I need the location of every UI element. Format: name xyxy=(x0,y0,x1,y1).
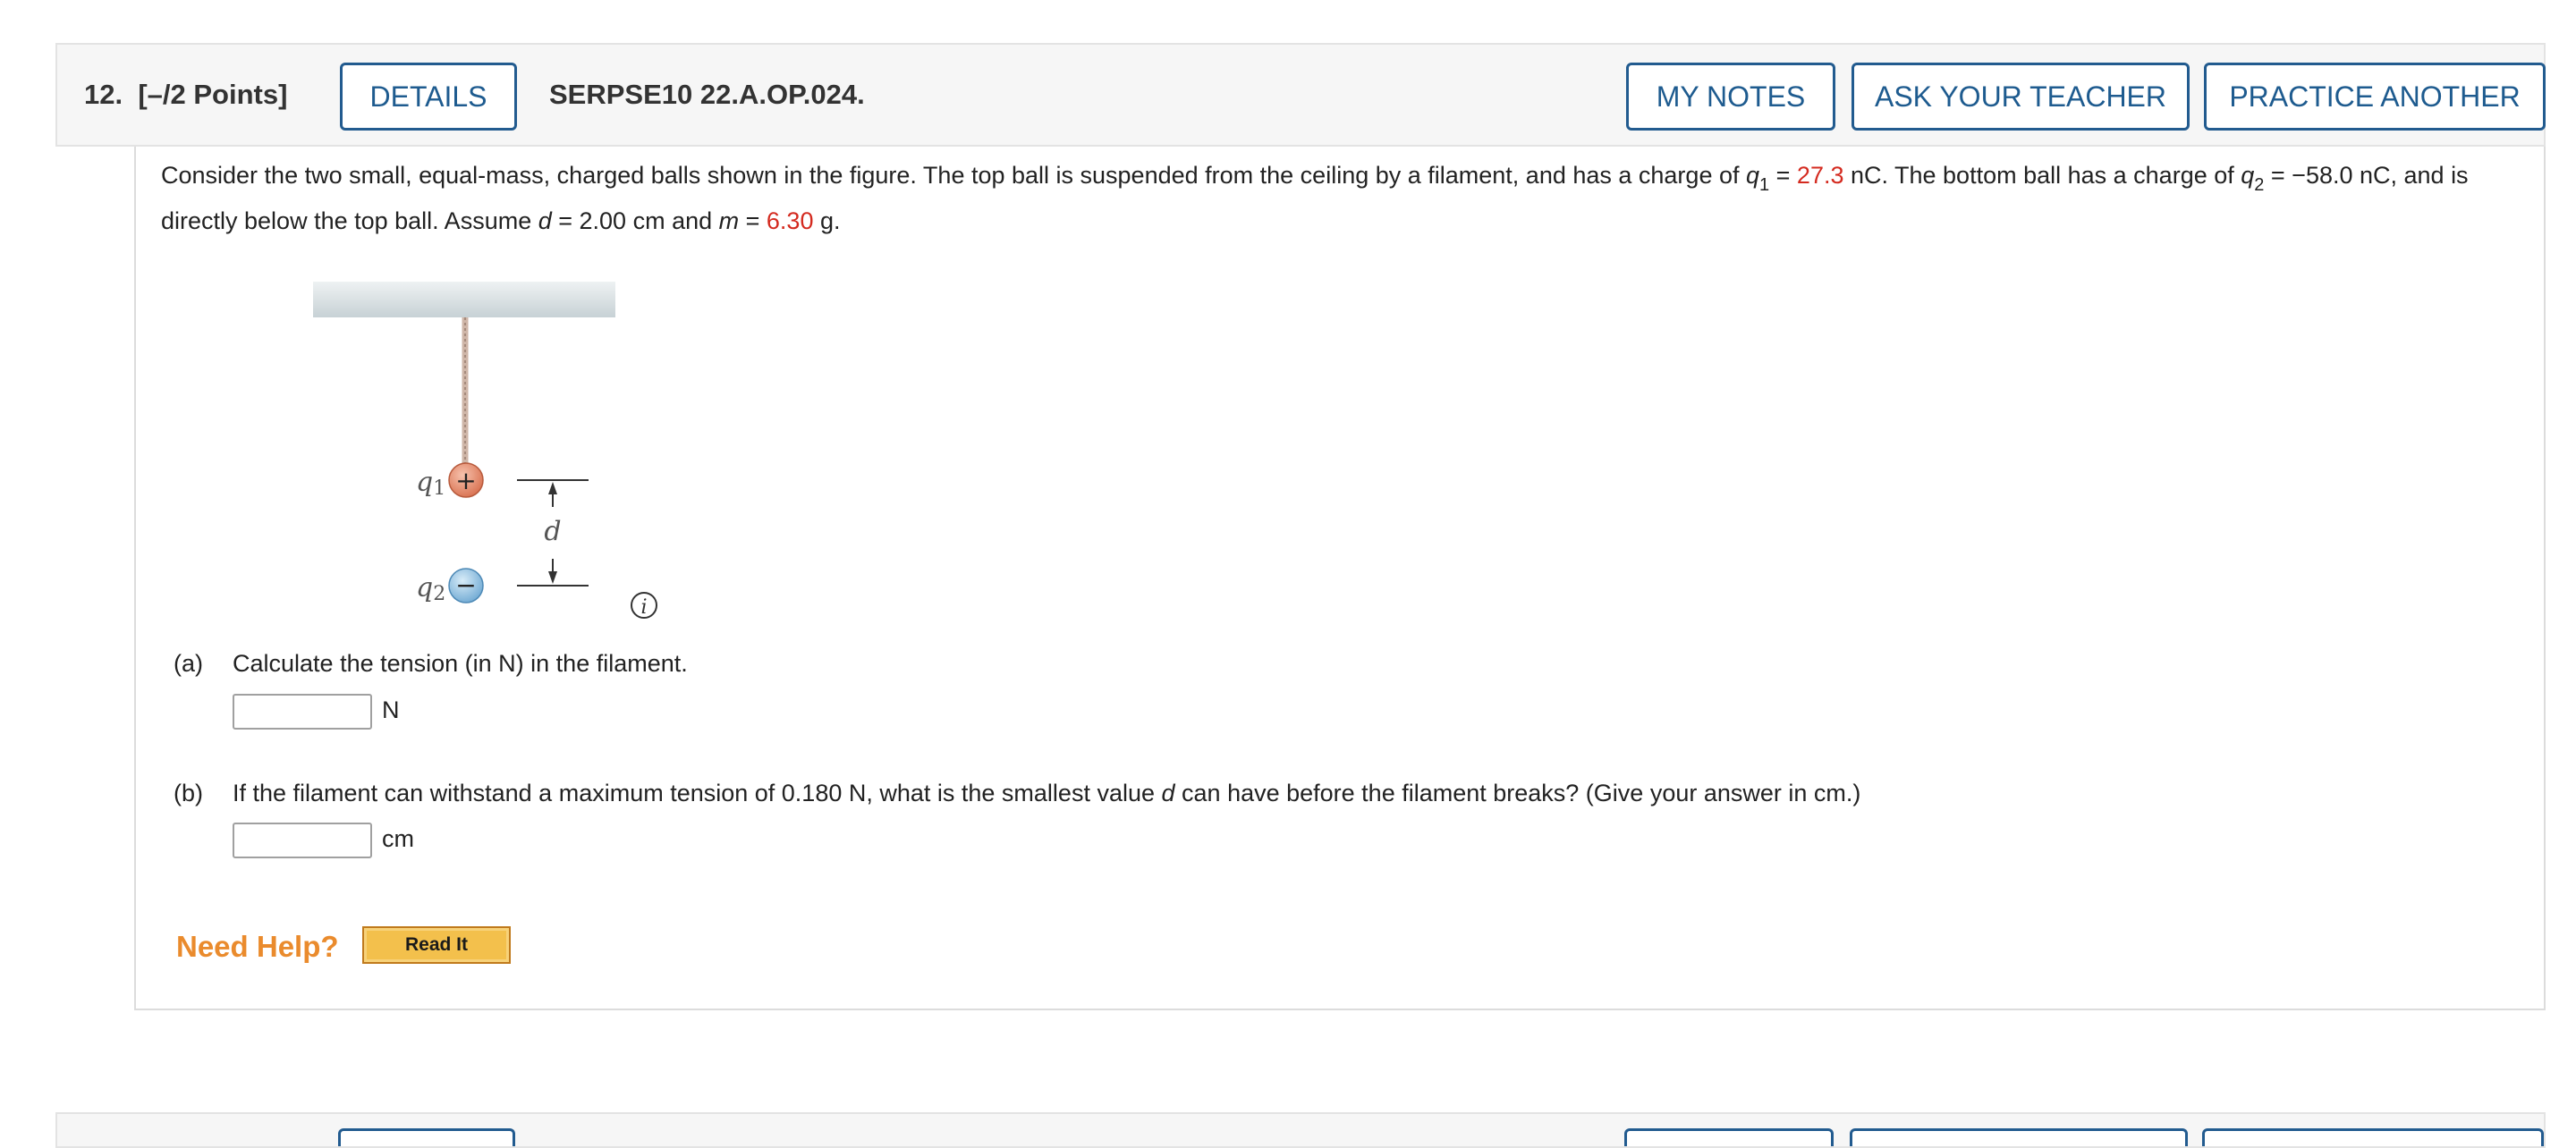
part-b-question: If the filament can withstand a maximum … xyxy=(233,780,1860,807)
d-label: d xyxy=(544,516,561,547)
question-index: 12. xyxy=(84,79,123,110)
q1-label-letter: q xyxy=(416,467,433,498)
problem-statement: Consider the two small, equal-mass, char… xyxy=(161,157,2504,239)
my-notes-button[interactable]: MY NOTES xyxy=(1626,63,1835,131)
q1-label-sub: 1 xyxy=(433,477,445,500)
part-b-answer-input[interactable] xyxy=(233,823,372,858)
need-help-label: Need Help? xyxy=(176,930,339,963)
plus-sign: + xyxy=(455,466,476,495)
q2-label-sub: 2 xyxy=(433,583,445,605)
problem-text-1: Consider the two small, equal-mass, char… xyxy=(161,162,1746,189)
equals-1: = xyxy=(1769,162,1797,189)
q2-subscript: 2 xyxy=(2254,175,2265,195)
part-a-label: (a) xyxy=(174,650,203,677)
minus-sign: − xyxy=(455,570,476,600)
next-practice-another-button[interactable] xyxy=(2202,1128,2544,1146)
q1-variable: q xyxy=(1745,162,1760,189)
problem-text-2: nC. The bottom ball has a charge of xyxy=(1843,162,2241,189)
details-button[interactable]: DETAILS xyxy=(340,63,517,131)
next-my-notes-button[interactable] xyxy=(1624,1128,1834,1146)
practice-another-button[interactable]: PRACTICE ANOTHER xyxy=(2204,63,2546,131)
equals-2: = xyxy=(739,207,767,234)
m-variable: m xyxy=(718,207,740,234)
ask-your-teacher-button[interactable]: ASK YOUR TEACHER xyxy=(1852,63,2190,131)
part-b-d-variable: d xyxy=(1161,780,1175,806)
q2-label: q2 xyxy=(416,572,445,605)
part-b-unit: cm xyxy=(382,825,414,852)
d-variable: d xyxy=(538,207,552,234)
part-b-label: (b) xyxy=(174,780,203,806)
ceiling xyxy=(313,282,615,317)
m-value: 6.30 xyxy=(766,207,814,234)
d-arrowhead-up xyxy=(548,482,557,494)
part-b-text-before: If the filament can withstand a maximum … xyxy=(233,780,1162,806)
problem-text-5: g. xyxy=(813,207,841,234)
part-a-unit: N xyxy=(382,696,400,723)
d-arrowhead-down xyxy=(548,571,557,584)
q1-subscript: 1 xyxy=(1759,175,1770,195)
problem-text-4: = 2.00 cm and xyxy=(551,207,719,234)
question-code: SERPSE10 22.A.OP.024. xyxy=(549,79,865,110)
question-header: 12. [–/2 Points] DETAILS SERPSE10 22.A.O… xyxy=(55,43,2546,147)
q2-label-letter: q xyxy=(416,572,433,604)
part-a-answer-input[interactable] xyxy=(233,694,372,730)
next-ask-teacher-button[interactable] xyxy=(1850,1128,2188,1146)
question-points: [–/2 Points] xyxy=(138,79,288,110)
next-details-button[interactable] xyxy=(338,1128,515,1146)
q2-variable: q xyxy=(2241,162,2255,189)
q1-value: 27.3 xyxy=(1796,162,1844,189)
part-a-question: Calculate the tension (in N) in the fila… xyxy=(233,650,688,677)
info-icon[interactable]: i xyxy=(631,592,657,619)
part-b-text-after: can have before the filament breaks? (Gi… xyxy=(1174,780,1861,806)
read-it-button[interactable]: Read It xyxy=(362,926,511,964)
q1-label: q1 xyxy=(416,467,445,500)
question-number: 12. [–/2 Points] xyxy=(84,79,287,111)
svg-text:i: i xyxy=(640,596,647,619)
charged-balls-figure: + − q1 q2 d i xyxy=(313,282,657,619)
